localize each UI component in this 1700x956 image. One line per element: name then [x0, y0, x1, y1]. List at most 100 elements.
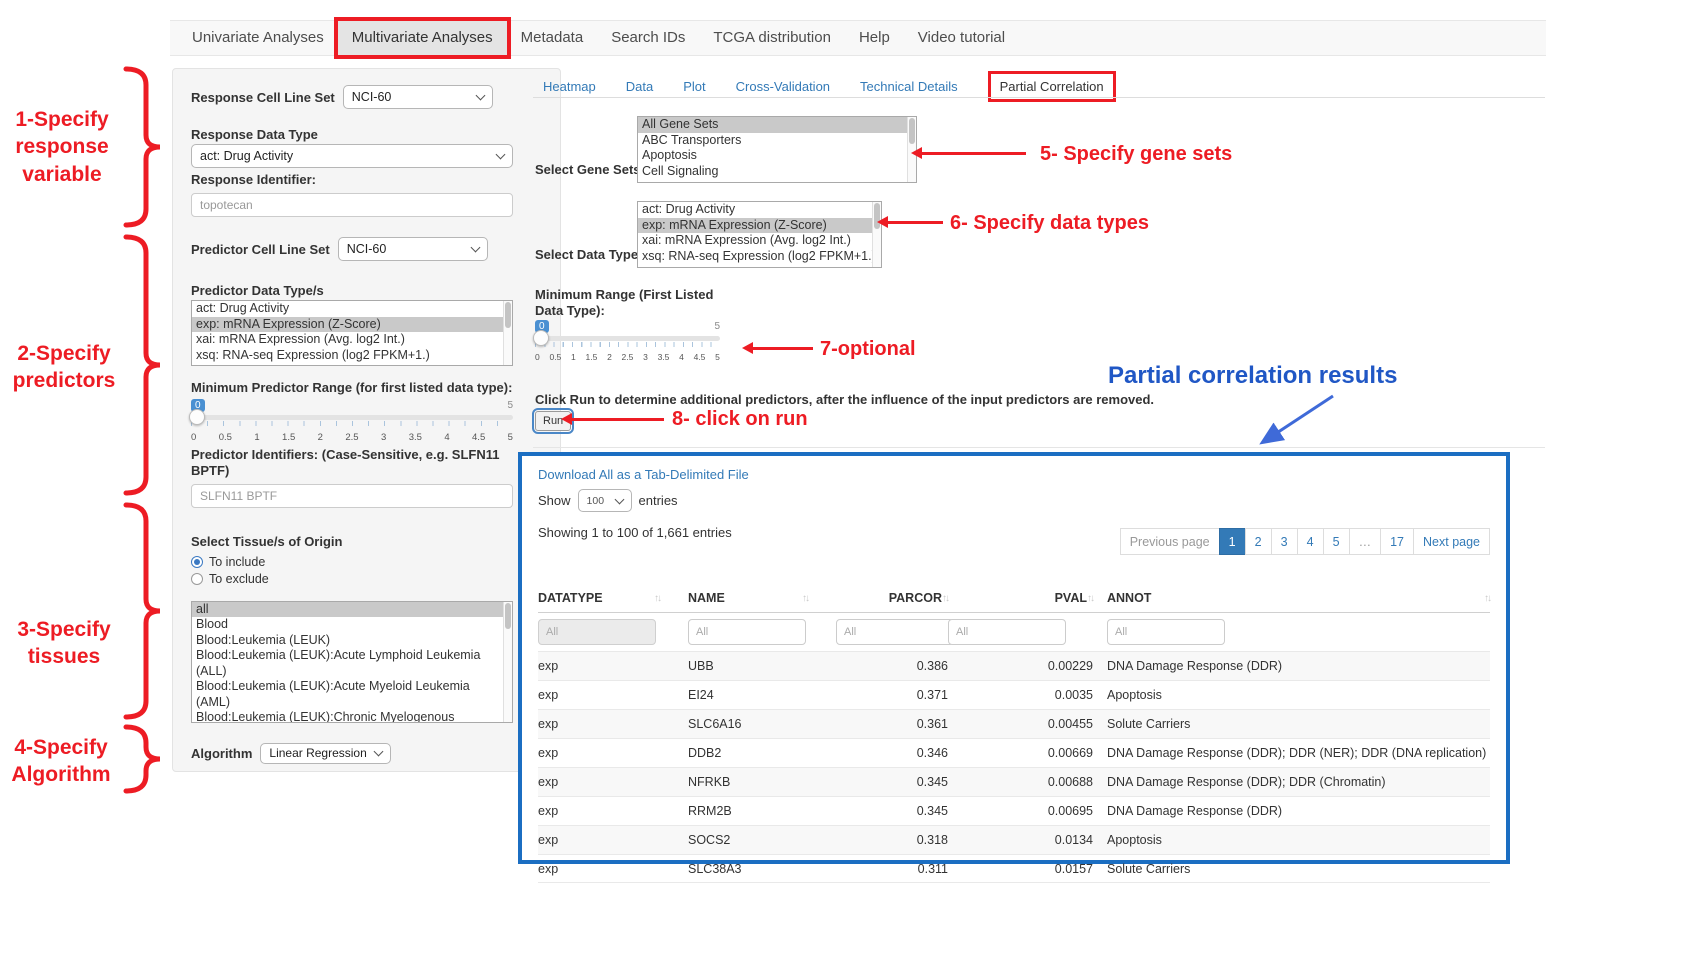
nav-item-metadata[interactable]: Metadata — [507, 21, 598, 55]
data-types-listbox[interactable]: act: Drug Activityexp: mRNA Expression (… — [637, 201, 882, 268]
tissue-exclude-radio[interactable]: To exclude — [191, 572, 542, 586]
slider-handle[interactable] — [189, 409, 205, 425]
slider-tick-label: 2.5 — [345, 432, 358, 443]
table-row[interactable]: expSLC6A160.3610.00455Solute Carriers — [538, 709, 1490, 738]
slider-tick-label: 1.5 — [282, 432, 295, 443]
response-identifier-input[interactable] — [191, 193, 513, 217]
page-button-4[interactable]: 4 — [1297, 528, 1324, 555]
slider-handle[interactable] — [533, 330, 549, 346]
partial-correlation-results-box: Download All as a Tab-Delimited File Sho… — [518, 452, 1510, 864]
column-header-pval[interactable]: PVAL↑↓ — [948, 591, 1093, 605]
predictor-data-types-listbox[interactable]: act: Drug Activityexp: mRNA Expression (… — [191, 300, 513, 366]
next-page-button[interactable]: Next page — [1413, 528, 1490, 555]
scrollbar-thumb[interactable] — [505, 302, 511, 328]
tab-cross-validation[interactable]: Cross-Validation — [736, 79, 830, 94]
listbox-option[interactable]: xai: mRNA Expression (Avg. log2 Int.) — [638, 233, 872, 249]
slider-tick-label: 2.5 — [622, 352, 634, 362]
filter-input-name[interactable] — [688, 619, 806, 645]
filter-input-parcor[interactable] — [836, 619, 954, 645]
listbox-option[interactable]: xsq: RNA-seq Expression (log2 FPKM+1.) — [192, 348, 503, 364]
cell-annot: DNA Damage Response (DDR) — [1093, 659, 1490, 673]
predictor-range-slider[interactable]: 0 5 00.511.522.533.544.55 — [191, 399, 513, 443]
listbox-option[interactable]: Apoptosis — [638, 148, 907, 164]
scrollbar-thumb[interactable] — [505, 603, 511, 629]
scrollbar[interactable] — [503, 602, 512, 722]
response-data-type-select[interactable]: act: Drug Activity — [191, 144, 513, 168]
nav-item-multivariate-analyses[interactable]: Multivariate Analyses — [338, 21, 507, 55]
listbox-option[interactable]: xai: mRNA Expression (Avg. log2 Int.) — [192, 332, 503, 348]
nav-item-univariate-analyses[interactable]: Univariate Analyses — [178, 21, 338, 55]
nav-item-tcga-distribution[interactable]: TCGA distribution — [699, 21, 845, 55]
listbox-option[interactable]: Blood:Leukemia (LEUK):Acute Lymphoid Leu… — [192, 648, 503, 679]
cell-name: SOCS2 — [688, 833, 836, 847]
listbox-option[interactable]: Blood:Leukemia (LEUK):Chronic Myelogenou… — [192, 710, 503, 722]
table-body: expUBB0.3860.00229DNA Damage Response (D… — [538, 651, 1490, 883]
page-button-2[interactable]: 2 — [1245, 528, 1272, 555]
listbox-option[interactable]: act: Drug Activity — [638, 202, 872, 218]
column-header-annot[interactable]: ANNOT↑↓ — [1093, 591, 1490, 605]
sort-icon[interactable]: ↑↓ — [802, 593, 808, 604]
cell-pval: 0.00669 — [948, 746, 1093, 760]
scrollbar[interactable] — [503, 301, 512, 365]
nav-item-video-tutorial[interactable]: Video tutorial — [904, 21, 1019, 55]
cell-pval: 0.00229 — [948, 659, 1093, 673]
slider-track[interactable] — [535, 336, 720, 341]
tissue-include-radio[interactable]: To include — [191, 555, 542, 569]
table-row[interactable]: expSOCS20.3180.0134Apoptosis — [538, 825, 1490, 854]
table-row[interactable]: expSLC38A30.3110.0157Solute Carriers — [538, 854, 1490, 883]
listbox-option[interactable]: exp: mRNA Expression (Z-Score) — [638, 218, 872, 234]
tab-data[interactable]: Data — [626, 79, 653, 94]
table-row[interactable]: expDDB20.3460.00669DNA Damage Response (… — [538, 738, 1490, 767]
gene-sets-listbox[interactable]: All Gene SetsABC TransportersApoptosisCe… — [637, 116, 917, 183]
nav-item-help[interactable]: Help — [845, 21, 904, 55]
previous-page-button[interactable]: Previous page — [1120, 528, 1220, 555]
page-button-3[interactable]: 3 — [1271, 528, 1298, 555]
tab-heatmap[interactable]: Heatmap — [543, 79, 596, 94]
download-link[interactable]: Download All as a Tab-Delimited File — [538, 467, 749, 482]
show-entries-select[interactable]: 100 — [578, 489, 632, 512]
tab-technical-details[interactable]: Technical Details — [860, 79, 958, 94]
listbox-option[interactable]: Blood:Leukemia (LEUK) — [192, 633, 503, 649]
column-header-name[interactable]: NAME↑↓ — [688, 591, 836, 605]
predictor-cell-line-set-select[interactable]: NCI-60 — [338, 237, 488, 261]
response-cell-line-set-select[interactable]: NCI-60 — [343, 85, 493, 109]
sort-icon[interactable]: ↑↓ — [654, 593, 660, 604]
table-row[interactable]: expUBB0.3860.00229DNA Damage Response (D… — [538, 651, 1490, 680]
page-button-17[interactable]: 17 — [1380, 528, 1414, 555]
column-header-datatype[interactable]: DATATYPE↑↓ — [538, 591, 688, 605]
sort-icon[interactable]: ↑↓ — [1484, 593, 1490, 604]
listbox-option[interactable]: all — [192, 602, 503, 618]
blue-arrow-icon — [1245, 392, 1345, 454]
listbox-option[interactable]: xsq: RNA-seq Expression (log2 FPKM+1.) — [638, 249, 872, 265]
page-button-1[interactable]: 1 — [1219, 528, 1246, 555]
listbox-option[interactable]: act: Drug Activity — [192, 301, 503, 317]
scrollbar-thumb[interactable] — [909, 118, 915, 144]
scrollbar[interactable] — [872, 202, 881, 267]
cell-datatype: exp — [538, 717, 688, 731]
column-header-parcor[interactable]: PARCOR↑↓ — [836, 591, 948, 605]
table-row[interactable]: expEI240.3710.0035Apoptosis — [538, 680, 1490, 709]
filter-input-datatype[interactable] — [538, 619, 656, 645]
listbox-option[interactable]: Cell Signaling — [638, 164, 907, 180]
bracket-step2 — [122, 234, 164, 496]
page-button-5[interactable]: 5 — [1323, 528, 1350, 555]
listbox-option[interactable]: Blood — [192, 617, 503, 633]
table-row[interactable]: expNFRKB0.3450.00688DNA Damage Response … — [538, 767, 1490, 796]
min-range-slider[interactable]: 0 5 00.511.522.533.544.55 — [535, 320, 720, 362]
listbox-option[interactable]: exp: mRNA Expression (Z-Score) — [192, 317, 503, 333]
tab-plot[interactable]: Plot — [683, 79, 705, 94]
listbox-option[interactable]: ABC Transporters — [638, 133, 907, 149]
slider-tick-label: 1.5 — [586, 352, 598, 362]
filter-input-annot[interactable] — [1107, 619, 1225, 645]
slider-track[interactable] — [191, 415, 513, 420]
listbox-option[interactable]: All Gene Sets — [638, 117, 907, 133]
predictor-identifiers-input[interactable] — [191, 484, 513, 508]
column-header-label: PARCOR — [889, 591, 942, 605]
listbox-option[interactable]: Blood:Leukemia (LEUK):Acute Myeloid Leuk… — [192, 679, 503, 710]
table-row[interactable]: expRRM2B0.3450.00695DNA Damage Response … — [538, 796, 1490, 825]
filter-input-pval[interactable] — [948, 619, 1066, 645]
nav-item-search-ids[interactable]: Search IDs — [597, 21, 699, 55]
tissue-listbox[interactable]: allBloodBlood:Leukemia (LEUK)Blood:Leuke… — [191, 601, 513, 723]
algorithm-select[interactable]: Linear Regression — [260, 743, 390, 764]
page-button-…[interactable]: … — [1349, 528, 1382, 555]
